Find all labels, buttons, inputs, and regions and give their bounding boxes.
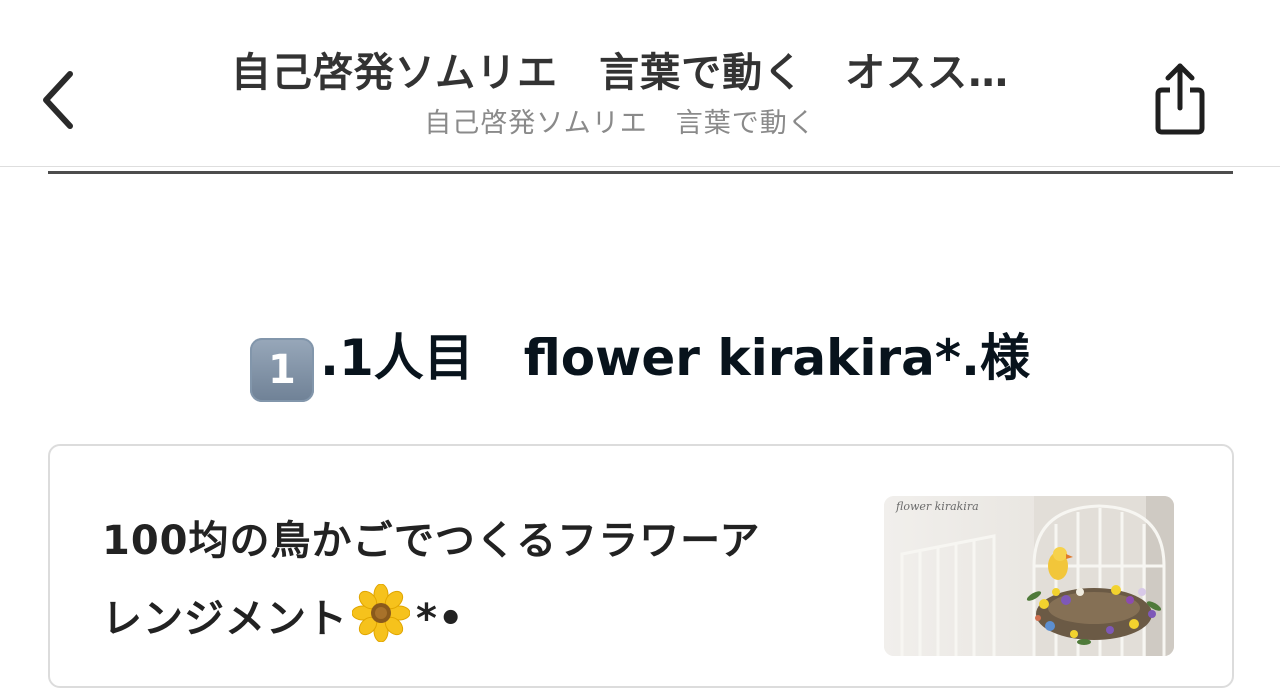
article-link-card[interactable]: 100均の鳥かごでつくるフラワーア レンジメント *• flower kirak…	[48, 444, 1234, 688]
share-icon	[1155, 63, 1205, 135]
share-button[interactable]	[1146, 58, 1214, 138]
article-thumbnail: flower kirakira	[884, 496, 1174, 656]
number-one-badge: 1	[249, 338, 314, 402]
card-title-line1: 100均の鳥かごでつくるフラワーア	[102, 518, 761, 564]
header-titles: 自己啓発ソムリエ 言葉で動く オスス… 自己啓発ソムリエ 言葉で動く	[140, 44, 1100, 144]
back-button[interactable]	[28, 68, 88, 132]
chevron-left-icon	[43, 71, 73, 129]
card-title-suffix: *•	[416, 596, 465, 642]
page-subtitle: 自己啓発ソムリエ 言葉で動く	[424, 108, 816, 139]
birdcage-flower-image	[884, 496, 1174, 656]
card-title: 100均の鳥かごでつくるフラワーア レンジメント *•	[102, 502, 822, 658]
card-title-line2: レンジメント	[102, 596, 348, 642]
top-navigation-bar: 自己啓発ソムリエ 言葉で動く オスス… 自己啓発ソムリエ 言葉で動く	[0, 0, 1280, 167]
thumbnail-caption: flower kirakira	[896, 500, 979, 513]
section-divider	[48, 171, 1233, 174]
section-heading-text: .1人目 flower kirakira*.様	[319, 329, 1031, 387]
page-title: 自己啓発ソムリエ 言葉で動く オスス…	[230, 50, 1010, 96]
flower-icon	[352, 584, 410, 642]
section-heading: 1.1人目 flower kirakira*.様	[0, 318, 1280, 402]
